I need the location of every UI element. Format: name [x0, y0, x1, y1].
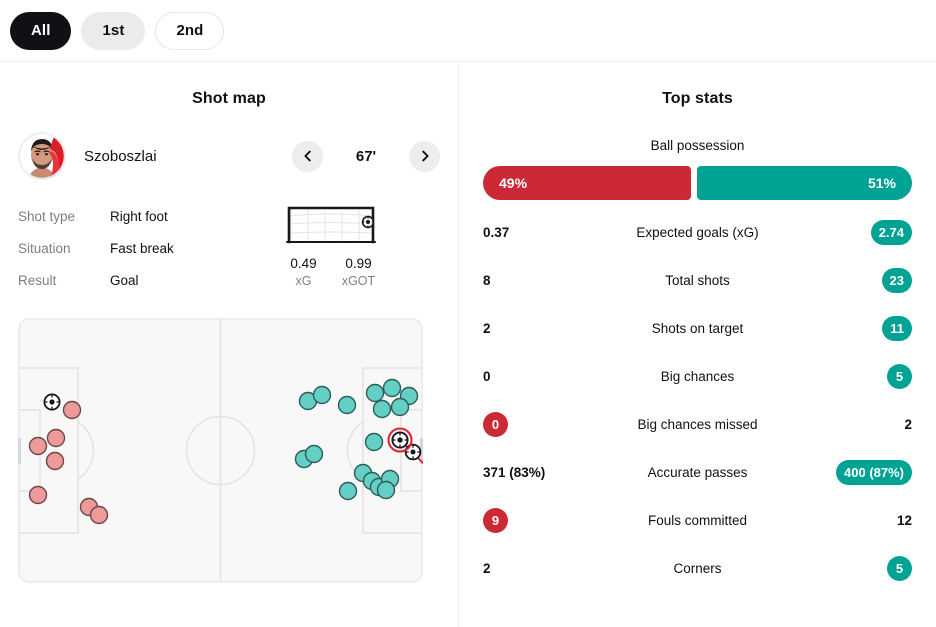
shot-map-pitch-wrap: [18, 318, 440, 583]
stat-badge: 11: [882, 315, 912, 341]
metric-label: xGOT: [341, 274, 376, 288]
chevron-right-icon: [421, 150, 429, 162]
stat-value-home: 9: [483, 507, 595, 533]
detail-key: Result: [18, 272, 57, 288]
chevron-left-icon: [303, 150, 311, 162]
tab-2nd-half[interactable]: 2nd: [155, 11, 225, 50]
metric-label: xG: [295, 274, 312, 288]
stat-label: Accurate passes: [647, 464, 748, 480]
stat-value-home: 2: [483, 560, 491, 576]
detail-row-result: Result Goal: [18, 264, 268, 296]
stat-label: Fouls committed: [647, 512, 748, 528]
top-stats-panel: Top stats Ball possession 49% 51% 0.37 Ex…: [459, 62, 936, 627]
stat-value-away: 23: [800, 267, 912, 293]
stat-row: 2 Shots on target 11: [483, 304, 912, 352]
period-tab-bar: All 1st 2nd: [0, 0, 936, 62]
stat-row: 0 Big chances 5: [483, 352, 912, 400]
shot-detail-area: Shot type Right foot Situation Fast brea…: [18, 200, 440, 296]
tab-all[interactable]: All: [10, 11, 72, 50]
metric-xgot: 0.99 xGOT: [331, 256, 386, 288]
stat-row: 371 (83%) Accurate passes 400 (87%): [483, 448, 912, 496]
stat-value-away: 2.74: [800, 219, 912, 245]
possession-away-segment: 51%: [696, 166, 912, 200]
ball-possession-bar: 49% 51%: [483, 166, 912, 200]
stat-badge: 2.74: [870, 219, 912, 245]
shot-detail-list: Shot type Right foot Situation Fast brea…: [18, 200, 268, 296]
stat-value-away: 5: [800, 363, 912, 389]
stat-label: Corners: [673, 560, 722, 576]
metric-xg: 0.49 xG: [276, 256, 331, 288]
selected-shot-marker: [387, 427, 413, 453]
shot-nav-group: 67': [292, 140, 440, 172]
stat-row: 8 Total shots 23: [483, 256, 912, 304]
content-body: Shot map Szoboszlai 67' Shot type Right …: [0, 62, 936, 627]
tab-1st-half[interactable]: 1st: [81, 11, 146, 50]
stat-badge: 23: [881, 267, 912, 293]
metric-value: 0.49: [290, 256, 317, 271]
next-shot-button[interactable]: [409, 140, 440, 172]
player-avatar[interactable]: [18, 132, 66, 180]
stat-row: 0.37 Expected goals (xG) 2.74: [483, 208, 912, 256]
detail-row-shot-type: Shot type Right foot: [18, 200, 268, 232]
stat-label: Big chances: [660, 368, 735, 384]
stat-value-home: 0: [483, 368, 491, 384]
goal-metrics: 0.49 xG 0.99 xGOT: [276, 256, 386, 288]
stat-badge: 5: [887, 555, 912, 581]
stat-value-away: 11: [800, 315, 912, 341]
goal-mouth-block: 0.49 xG 0.99 xGOT: [276, 200, 386, 296]
goal-mouth-diagram: [286, 206, 376, 244]
detail-row-situation: Situation Fast break: [18, 232, 268, 264]
stat-row: 9 Fouls committed 12: [483, 496, 912, 544]
stat-value-away: 12: [896, 512, 912, 528]
shot-player-row: Szoboszlai 67': [18, 130, 440, 182]
stats-list: 0.37 Expected goals (xG) 2.74 8 Total shots 2…: [483, 208, 912, 592]
detail-value: Fast break: [110, 240, 174, 256]
stat-value-away: 5: [800, 555, 912, 581]
stat-label: Expected goals (xG): [636, 224, 759, 240]
shot-minute: 67': [355, 147, 377, 165]
stat-badge: 400 (87%): [836, 459, 912, 485]
stat-value-home: 0.37: [483, 224, 510, 240]
stat-value-home: 0: [483, 411, 595, 437]
football-icon: [361, 215, 375, 229]
stat-value-home: 8: [483, 272, 491, 288]
detail-value: Goal: [110, 272, 139, 288]
detail-value: Right foot: [110, 208, 168, 224]
possession-home-segment: 49%: [483, 166, 691, 200]
stat-row: 0 Big chances missed 2: [483, 400, 912, 448]
player-name: Szoboszlai: [84, 147, 157, 165]
detail-key: Situation: [18, 240, 71, 256]
stat-value-home: 371 (83%): [483, 464, 546, 480]
stat-value-home: 2: [483, 320, 491, 336]
stat-value-away: 400 (87%): [800, 459, 912, 485]
detail-key: Shot type: [18, 208, 76, 224]
stat-badge: 5: [887, 363, 912, 389]
shot-map-title: Shot map: [192, 90, 266, 107]
stat-label: Shots on target: [651, 320, 744, 336]
secondary-shot-marker: [404, 443, 422, 461]
metric-value: 0.99: [345, 256, 372, 271]
previous-shot-button[interactable]: [292, 140, 323, 172]
shot-map-panel: Shot map Szoboszlai 67' Shot type Right …: [0, 62, 459, 627]
top-stats-title: Top stats: [662, 90, 733, 107]
stat-row: 2 Corners 5: [483, 544, 912, 592]
stat-badge: 0: [483, 411, 508, 437]
football-pitch[interactable]: [18, 318, 423, 583]
stat-label: Big chances missed: [637, 416, 758, 432]
stat-badge: 9: [483, 507, 508, 533]
home-goal-marker: [43, 393, 61, 411]
stat-label: Total shots: [665, 272, 730, 288]
ball-possession-label: Ball possession: [650, 138, 745, 153]
stat-value-away: 2: [904, 416, 912, 432]
